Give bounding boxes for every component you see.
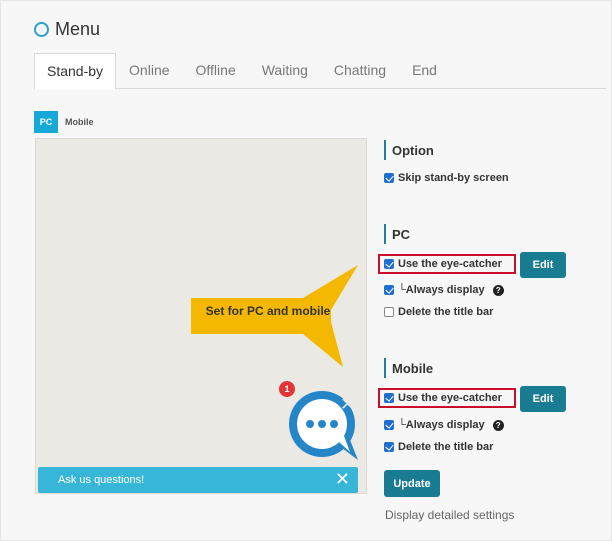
tab-bar: Stand-by Online Offline Waiting Chatting… xyxy=(34,53,606,90)
tab-online[interactable]: Online xyxy=(116,53,182,89)
mobile-always-display-checkbox[interactable] xyxy=(384,420,394,430)
section-option: Option xyxy=(384,140,434,160)
skip-standby-checkbox[interactable] xyxy=(384,173,394,183)
mobile-always-display-option[interactable]: └Always display ? xyxy=(384,419,504,431)
circle-icon xyxy=(34,22,49,37)
mobile-toggle[interactable]: Mobile xyxy=(65,117,94,127)
tab-end[interactable]: End xyxy=(399,53,450,89)
tab-offline[interactable]: Offline xyxy=(183,53,249,89)
callout-label: Set for PC and mobile xyxy=(205,304,331,318)
pc-always-display-checkbox[interactable] xyxy=(384,285,394,295)
detail-settings-link[interactable]: Display detailed settings xyxy=(385,508,514,522)
mobile-eye-catcher-label: Use the eye-catcher xyxy=(398,392,502,404)
mobile-delete-title-option[interactable]: Delete the title bar xyxy=(384,441,493,453)
tab-waiting[interactable]: Waiting xyxy=(249,53,321,89)
page-title: Menu xyxy=(34,19,100,40)
tab-chatting[interactable]: Chatting xyxy=(321,53,399,89)
pc-delete-title-option[interactable]: Delete the title bar xyxy=(384,306,493,318)
notification-badge: 1 xyxy=(279,381,295,397)
section-pc: PC xyxy=(384,224,410,244)
pc-toggle[interactable]: PC xyxy=(34,111,58,133)
mobile-delete-title-label: Delete the title bar xyxy=(398,441,494,453)
chat-close-icon[interactable]: ✕ xyxy=(340,394,355,415)
skip-standby-label: Skip stand-by screen xyxy=(398,172,509,184)
chat-title-text: Ask us questions! xyxy=(58,474,145,486)
update-button[interactable]: Update xyxy=(384,470,440,497)
pc-edit-button[interactable]: Edit xyxy=(520,252,566,278)
tab-stand-by[interactable]: Stand-by xyxy=(34,53,117,90)
help-icon[interactable]: ? xyxy=(492,419,504,431)
device-switcher: PC Mobile xyxy=(34,111,94,133)
close-icon[interactable]: ✕ xyxy=(335,469,350,490)
pc-delete-title-label: Delete the title bar xyxy=(398,306,494,318)
pc-eye-catcher-option[interactable]: Use the eye-catcher xyxy=(384,258,502,270)
section-mobile: Mobile xyxy=(384,358,433,378)
help-icon[interactable]: ? xyxy=(492,284,504,296)
pc-eye-catcher-label: Use the eye-catcher xyxy=(398,258,502,270)
skip-standby-option[interactable]: Skip stand-by screen xyxy=(384,172,509,184)
pc-delete-title-checkbox[interactable] xyxy=(384,307,394,317)
mobile-delete-title-checkbox[interactable] xyxy=(384,442,394,452)
pc-eye-catcher-checkbox[interactable] xyxy=(384,259,394,269)
chat-title-bar[interactable]: Ask us questions! ✕ xyxy=(38,467,358,493)
mobile-always-display-label: └Always display xyxy=(398,419,485,431)
pc-always-display-option[interactable]: └Always display ? xyxy=(384,284,504,296)
page-title-text: Menu xyxy=(55,19,101,39)
mobile-edit-button[interactable]: Edit xyxy=(520,386,566,412)
mobile-eye-catcher-option[interactable]: Use the eye-catcher xyxy=(384,392,502,404)
pc-always-display-label: └Always display xyxy=(398,284,485,296)
mobile-eye-catcher-checkbox[interactable] xyxy=(384,393,394,403)
